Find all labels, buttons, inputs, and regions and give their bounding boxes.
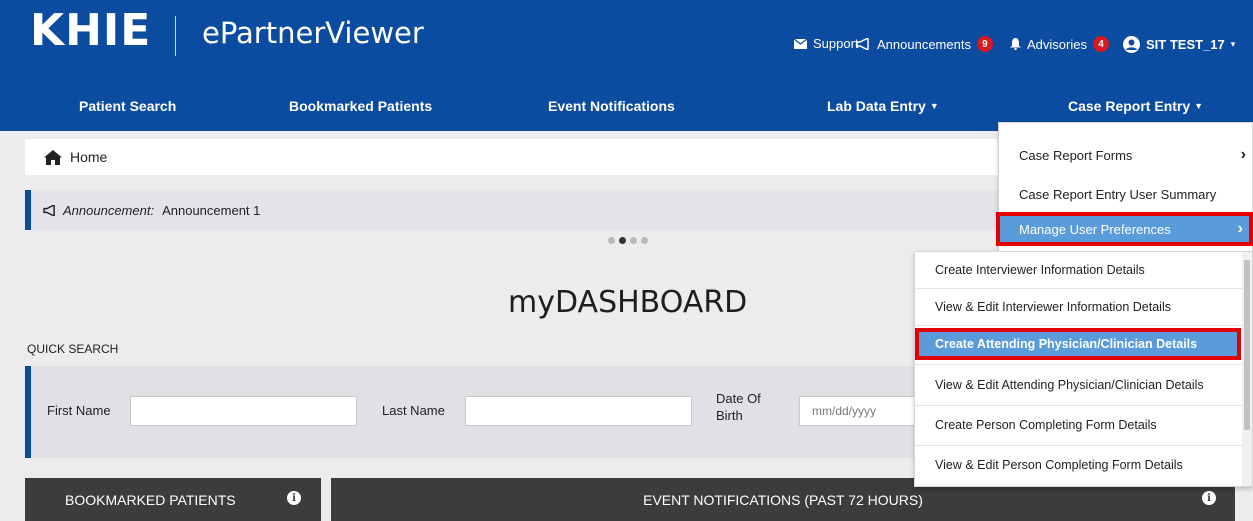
megaphone-icon — [43, 204, 55, 216]
menu-item-label: Case Report Entry User Summary — [1019, 186, 1217, 202]
menu-item-create-person-completing-form-details[interactable]: Create Person Completing Form Details — [915, 407, 1243, 443]
menu-item-case-report-entry-user-summary[interactable]: Case Report Entry User Summary — [999, 176, 1252, 212]
logo-divider — [175, 16, 176, 56]
last-name-label: Last Name — [382, 403, 445, 418]
menu-item-label: Manage User Preferences — [1019, 221, 1171, 237]
chevron-right-icon: › — [1240, 146, 1246, 163]
user-avatar-icon — [1123, 36, 1140, 53]
menu-divider — [915, 325, 1243, 326]
event-notifications-title: EVENT NOTIFICATIONS (PAST 72 HOURS) — [643, 491, 923, 508]
announcement-label: Announcement: — [63, 202, 155, 218]
envelope-icon — [794, 38, 807, 49]
last-name-input[interactable] — [465, 396, 692, 426]
scrollbar-thumb[interactable] — [1244, 260, 1250, 430]
menu-item-create-attending-physician-details[interactable]: Create Attending Physician/Clinician Det… — [915, 328, 1241, 360]
support-link[interactable]: Support — [794, 36, 859, 51]
first-name-label: First Name — [47, 403, 111, 418]
menu-divider — [915, 445, 1243, 446]
announcements-link[interactable]: Announcements 9 — [856, 36, 993, 52]
breadcrumb-home[interactable]: Home — [70, 149, 107, 165]
chevron-right-icon: › — [1237, 220, 1243, 237]
case-report-entry-menu: Case Report Forms › Case Report Entry Us… — [996, 122, 1253, 252]
nav-case-report-entry[interactable]: Case Report Entry ▼ — [1068, 98, 1203, 114]
user-menu[interactable]: SIT TEST_17 ▾ — [1123, 36, 1235, 53]
carousel-dot[interactable] — [641, 237, 648, 244]
menu-item-edit-person-completing-form-details[interactable]: View & Edit Person Completing Form Detai… — [915, 447, 1243, 483]
menu-item-create-interviewer-details[interactable]: Create Interviewer Information Details — [915, 252, 1243, 288]
advisories-link[interactable]: Advisories 4 — [1010, 36, 1109, 52]
advisories-label: Advisories — [1027, 36, 1087, 52]
bookmarked-patients-panel-header: BOOKMARKED PATIENTS i — [25, 478, 321, 521]
carousel-dot[interactable] — [630, 237, 637, 244]
advisories-badge: 4 — [1092, 36, 1109, 52]
carousel-dot-active[interactable] — [619, 237, 626, 244]
top-header: KHIE ePartnerViewer Support Announcement… — [0, 0, 1253, 84]
home-icon[interactable] — [44, 149, 62, 165]
bell-icon — [1010, 38, 1021, 50]
bookmarked-patients-title: BOOKMARKED PATIENTS — [65, 491, 236, 508]
chevron-down-icon: ▾ — [1230, 39, 1236, 49]
carousel-dot[interactable] — [608, 237, 615, 244]
menu-item-edit-attending-physician-details[interactable]: View & Edit Attending Physician/Clinicia… — [915, 367, 1243, 403]
dob-label-line1: Date Of — [716, 391, 761, 406]
nav-lab-data-entry-label: Lab Data Entry — [827, 98, 926, 114]
announcements-label: Announcements — [877, 36, 971, 52]
chevron-down-icon: ▼ — [929, 101, 939, 111]
dob-input[interactable]: mm/dd/yyyy — [799, 396, 924, 426]
support-label: Support — [813, 36, 859, 51]
menu-divider — [915, 364, 1243, 365]
menu-divider — [915, 405, 1243, 406]
khie-logo[interactable]: KHIE — [30, 5, 152, 56]
first-name-input[interactable] — [130, 396, 357, 426]
info-icon[interactable]: i — [287, 491, 301, 505]
announcement-text: Announcement 1 — [162, 202, 261, 218]
nav-event-notifications[interactable]: Event Notifications — [548, 98, 675, 114]
megaphone-icon — [856, 38, 869, 50]
quick-search-label: QUICK SEARCH — [27, 342, 119, 356]
chevron-down-icon: ▼ — [1194, 101, 1204, 111]
nav-case-report-entry-label: Case Report Entry — [1068, 98, 1191, 114]
announcements-badge: 9 — [976, 36, 993, 52]
dob-label-line2: Birth — [716, 408, 743, 423]
submenu-scrollbar[interactable] — [1242, 252, 1252, 486]
menu-item-case-report-forms[interactable]: Case Report Forms › — [999, 137, 1252, 173]
logo-text: KHIE — [30, 5, 152, 56]
nav-patient-search[interactable]: Patient Search — [79, 98, 176, 114]
user-preferences-submenu: Create Interviewer Information Details V… — [914, 251, 1253, 487]
nav-bookmarked-patients[interactable]: Bookmarked Patients — [289, 98, 432, 114]
info-icon[interactable]: i — [1202, 491, 1216, 505]
nav-lab-data-entry[interactable]: Lab Data Entry ▼ — [827, 98, 939, 114]
dob-label: Date Of Birth — [716, 390, 761, 424]
carousel-indicators — [608, 237, 648, 244]
menu-item-label: Case Report Forms — [1019, 147, 1133, 163]
user-label: SIT TEST_17 — [1146, 37, 1225, 52]
page-title: myDASHBOARD — [508, 285, 748, 320]
menu-item-edit-interviewer-details[interactable]: View & Edit Interviewer Information Deta… — [915, 289, 1243, 325]
menu-item-manage-user-preferences[interactable]: Manage User Preferences › — [996, 212, 1253, 246]
app-name: ePartnerViewer — [202, 16, 424, 50]
